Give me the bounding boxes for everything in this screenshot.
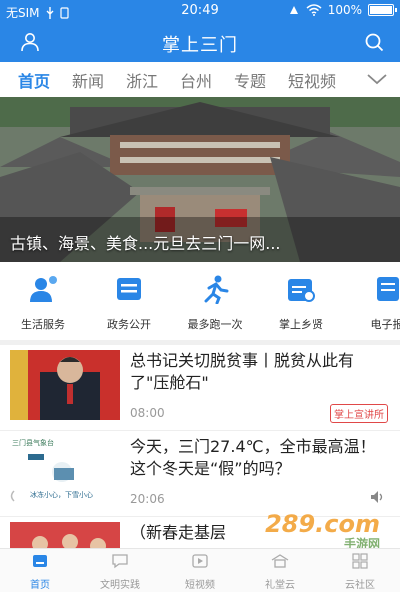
news-thumbnail (10, 350, 120, 420)
page-title: 掌上三门 (162, 35, 238, 56)
nav-home[interactable]: 首页 (0, 549, 80, 592)
nav-community[interactable]: 云社区 (320, 549, 400, 592)
life-service-icon (30, 276, 57, 302)
service-running[interactable]: 最多跑一次 (172, 268, 258, 338)
news-tag[interactable]: 掌上宣讲所 (330, 404, 388, 423)
watermark-logo: 289.com 手游网 (265, 510, 380, 551)
wifi-icon (306, 4, 322, 16)
category-tabs: 首页 新闻 浙江 台州 专题 短视频 (0, 62, 400, 98)
nav-label: 首页 (30, 580, 50, 591)
hero-banner[interactable]: 古镇、海景、美食...元旦去三门一网... (0, 97, 400, 262)
nav-label: 文明实践 (100, 580, 140, 591)
video-icon (192, 554, 208, 568)
service-xiangxian[interactable]: 掌上乡贤 (258, 268, 344, 338)
battery-percent: 100% (327, 3, 362, 17)
battery-icon (368, 4, 397, 16)
running-icon (204, 275, 229, 305)
hall-icon (271, 554, 289, 568)
watermark-text: 289.com (265, 510, 380, 538)
service-label: 政务公开 (107, 318, 151, 331)
news-item[interactable]: 总书记关切脱贫事丨脱贫从此有了"压舱石" 08:00 掌上宣讲所 (0, 346, 400, 431)
search-icon[interactable] (364, 32, 384, 52)
alarm-icon (289, 6, 298, 14)
service-life[interactable]: 生活服务 (0, 268, 86, 338)
service-label: 生活服务 (21, 318, 65, 331)
tab-news[interactable]: 新闻 (68, 68, 108, 92)
tab-taizhou[interactable]: 台州 (176, 68, 216, 92)
tab-home[interactable]: 首页 (14, 68, 54, 92)
nav-label: 短视频 (185, 580, 215, 591)
epaper-icon (377, 277, 399, 301)
section-divider (0, 340, 400, 345)
chat-icon (112, 554, 128, 569)
news-thumbnail (10, 522, 120, 548)
hero-caption: 古镇、海景、美食...元旦去三门一网... (10, 234, 281, 253)
tab-special[interactable]: 专题 (230, 68, 270, 92)
nav-label: 云社区 (345, 580, 375, 591)
news-thumbnail: 三门县气象台 冰冻小心，下雪小心 (10, 436, 120, 506)
status-right: 100% (288, 3, 397, 17)
thumb-text-bottom: 冰冻小心，下雪小心 (30, 491, 93, 499)
service-epaper[interactable]: 电子报 (344, 268, 400, 338)
sound-icon[interactable] (370, 490, 386, 504)
tab-zhejiang[interactable]: 浙江 (122, 68, 162, 92)
service-label: 掌上乡贤 (279, 318, 323, 331)
nav-label: 礼堂云 (265, 580, 295, 591)
calendar-icon (288, 279, 315, 302)
bottom-nav: 首页 文明实践 短视频 礼堂云 云社区 (0, 548, 400, 592)
chevron-down-icon[interactable] (366, 72, 388, 86)
nav-civilization[interactable]: 文明实践 (80, 549, 160, 592)
status-bar: 无SIM 20:49 100% (0, 0, 400, 22)
app-header: 掌上三门 (0, 22, 400, 62)
news-item[interactable]: 三门县气象台 冰冻小心，下雪小心 今天，三门27.4℃，全市最高温！这个冬天是“… (0, 432, 400, 517)
battery-level (370, 6, 392, 14)
community-icon (352, 553, 368, 569)
service-shortcuts: 生活服务 政务公开 最多跑一次 掌上乡贤 电子报 (0, 268, 400, 338)
home-icon (33, 555, 47, 567)
service-government[interactable]: 政务公开 (86, 268, 172, 338)
service-label: 最多跑一次 (187, 318, 243, 331)
government-icon (117, 278, 141, 300)
tab-short-video[interactable]: 短视频 (284, 68, 340, 92)
pull-edge-icon (10, 490, 15, 502)
news-time: 20:06 (130, 492, 165, 506)
news-time: 08:00 (130, 406, 165, 420)
news-title: 今天，三门27.4℃，全市最高温！这个冬天是“假”的吗？ (130, 437, 376, 478)
nav-short-video[interactable]: 短视频 (160, 549, 240, 592)
nav-hall-cloud[interactable]: 礼堂云 (240, 549, 320, 592)
news-title: 总书记关切脱贫事丨脱贫从此有了"压舱石" (130, 351, 355, 392)
service-label: 电子报 (370, 318, 400, 331)
